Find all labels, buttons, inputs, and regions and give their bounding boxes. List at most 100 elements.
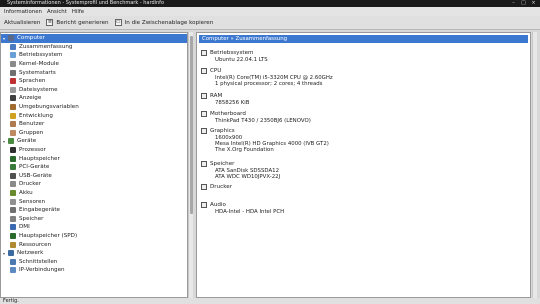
tree-item-label: Zusammenfassung xyxy=(19,43,73,50)
tree-category[interactable]: ▾ Computer xyxy=(1,34,187,43)
tree-item-label: Kernel-Module xyxy=(19,61,59,68)
expander-icon[interactable]: ▾ xyxy=(3,139,7,144)
tree-item[interactable]: Akku xyxy=(1,189,187,198)
tree-item-label: Schnittstellen xyxy=(19,258,58,265)
menu-bar: Informationen Ansicht Hilfe xyxy=(0,7,540,16)
tree-item-icon xyxy=(10,43,16,50)
tree-item-icon xyxy=(10,121,16,128)
tree-item-label: PCI-Geräte xyxy=(19,164,50,171)
tree-item[interactable]: Gruppen xyxy=(1,129,187,138)
tree-item-icon xyxy=(10,129,16,136)
navigation-tree: ▾ Computer Zusammenfassung Betriebssystem Ke… xyxy=(0,32,188,298)
expander-icon[interactable]: ▾ xyxy=(3,36,7,41)
tree-item-label: Betriebssystem xyxy=(19,52,63,59)
tree-category[interactable]: ▾ Geräte xyxy=(1,137,187,146)
section-value: The X.Org Foundation xyxy=(215,146,274,153)
tree-item[interactable]: Dateisysteme xyxy=(1,86,187,95)
tree-item-label: Akku xyxy=(19,190,33,197)
tree-item-icon xyxy=(8,138,14,145)
tree-item-icon xyxy=(10,164,16,171)
tree-item-label: Prozessor xyxy=(19,147,46,154)
tree-scrollbar-thumb[interactable] xyxy=(190,36,193,214)
tree-item-icon xyxy=(10,258,16,265)
tree-item[interactable]: Hauptspeicher xyxy=(1,154,187,163)
tree-item[interactable]: Ressourcen xyxy=(1,240,187,249)
tree-item[interactable]: Systemstarts xyxy=(1,68,187,77)
tree-item[interactable]: Eingabegeräte xyxy=(1,206,187,215)
tree-item-icon xyxy=(10,233,16,240)
os-icon xyxy=(201,50,207,56)
tree-category[interactable]: ▾ Netzwerk xyxy=(1,249,187,258)
status-bar: Fertig. xyxy=(0,298,540,304)
copy-label: In die Zwischenablage kopieren xyxy=(124,19,214,26)
audio-icon xyxy=(201,202,207,208)
section-value: Ubuntu 22.04.1 LTS xyxy=(215,56,268,63)
tree-item-label: Sensoren xyxy=(19,198,46,205)
tree-item-icon xyxy=(10,181,16,188)
tree-item[interactable]: DMI xyxy=(1,223,187,232)
tree-item[interactable]: Betriebssystem xyxy=(1,51,187,60)
menu-ansicht[interactable]: Ansicht xyxy=(46,9,68,15)
printer-icon xyxy=(201,184,207,190)
tree-item-icon xyxy=(10,155,16,162)
tree-item[interactable]: Entwicklung xyxy=(1,111,187,120)
expander-icon[interactable]: ▾ xyxy=(3,251,7,256)
tree-item[interactable]: Umgebungsvariablen xyxy=(1,103,187,112)
refresh-button[interactable]: Aktualisieren xyxy=(4,20,40,26)
tree-item-label: Geräte xyxy=(17,138,37,145)
tree-item-label: Gruppen xyxy=(19,129,44,136)
detail-pane: Computer » Zusammenfassung Betriebssyste… xyxy=(196,32,531,298)
tree-item[interactable]: USB-Geräte xyxy=(1,172,187,181)
tree-item[interactable]: Anzeige xyxy=(1,94,187,103)
tree-item-icon xyxy=(10,267,16,274)
ram-icon xyxy=(201,93,207,99)
tree-item-label: Drucker xyxy=(19,181,42,188)
tree-item[interactable]: Sensoren xyxy=(1,197,187,206)
tree-item-icon xyxy=(10,112,16,119)
section-value: 7858256 KiB xyxy=(215,99,250,106)
tree-item[interactable]: Kernel-Module xyxy=(1,60,187,69)
section-title: Drucker xyxy=(210,184,233,190)
tree-item-icon xyxy=(10,104,16,111)
generate-report-button[interactable]: ≡ Bericht generieren xyxy=(46,19,109,26)
tree-item[interactable]: Sprachen xyxy=(1,77,187,86)
tree-item[interactable]: Drucker xyxy=(1,180,187,189)
minimize-icon[interactable]: – xyxy=(511,1,516,6)
tree-item[interactable]: Hauptspeicher (SPD) xyxy=(1,232,187,241)
tree-scrollbar[interactable] xyxy=(188,32,193,298)
close-icon[interactable]: × xyxy=(531,1,536,6)
cpu-icon xyxy=(201,68,207,74)
tree-item[interactable]: IP-Verbindungen xyxy=(1,266,187,275)
tree-item-icon xyxy=(10,172,16,179)
motherboard-icon xyxy=(201,111,207,117)
tree-item-label: Speicher xyxy=(19,215,44,222)
tree-item-label: DMI xyxy=(19,224,30,231)
copy-to-clipboard-button[interactable]: ▭ In die Zwischenablage kopieren xyxy=(114,19,214,26)
tree-item-icon xyxy=(10,215,16,222)
refresh-label: Aktualisieren xyxy=(4,19,41,26)
maximize-icon[interactable]: □ xyxy=(521,1,526,6)
tree-item-label: Systemstarts xyxy=(19,69,56,76)
tree-item-label: IP-Verbindungen xyxy=(19,267,65,274)
tree-item-label: Entwicklung xyxy=(19,112,53,119)
tree-item[interactable]: Benutzer xyxy=(1,120,187,129)
tree-item[interactable]: Prozessor xyxy=(1,146,187,155)
tree-item-label: USB-Geräte xyxy=(19,172,52,179)
tree-item-label: Hauptspeicher xyxy=(19,155,60,162)
tree-item-icon xyxy=(8,250,14,257)
tree-item-label: Computer xyxy=(17,35,45,42)
tree-item-icon xyxy=(10,61,16,68)
tree-item[interactable]: PCI-Geräte xyxy=(1,163,187,172)
tree-item[interactable]: Zusammenfassung xyxy=(1,43,187,52)
title-bar: Systeminformationen - Systemprofil und B… xyxy=(0,0,540,7)
tree-item-icon xyxy=(10,147,16,154)
menu-hilfe[interactable]: Hilfe xyxy=(71,9,85,15)
tree-item[interactable]: Schnittstellen xyxy=(1,258,187,267)
report-icon: ≡ xyxy=(46,19,54,26)
tree-item-icon xyxy=(10,69,16,76)
detail-scrollbar[interactable] xyxy=(532,32,537,298)
tree-item[interactable]: Speicher xyxy=(1,215,187,224)
tree-item-icon xyxy=(10,95,16,102)
menu-informationen[interactable]: Informationen xyxy=(3,9,43,15)
tree-item-icon xyxy=(10,78,16,85)
